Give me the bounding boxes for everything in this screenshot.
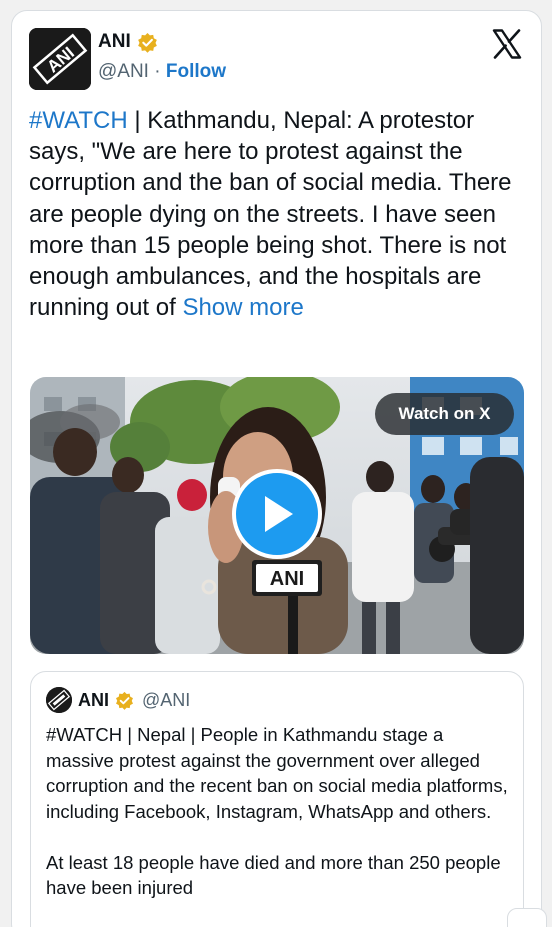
video-thumbnail[interactable]: ANI Watch on X (30, 377, 524, 654)
quoted-tweet-text: #WATCH | Nepal | People in Kathmandu sta… (46, 722, 516, 901)
scroll-chip[interactable] (507, 908, 547, 927)
author-handle-row: @ANI · Follow (98, 61, 226, 83)
verified-badge-icon (116, 691, 133, 710)
follow-button[interactable]: Follow (166, 61, 226, 82)
hashtag-link[interactable]: #WATCH (29, 107, 128, 134)
x-logo-icon[interactable] (492, 29, 522, 59)
svg-text:ANI: ANI (270, 568, 304, 590)
play-button[interactable] (232, 469, 322, 559)
quoted-author-handle[interactable]: @ANI (142, 690, 190, 711)
verified-badge-icon (137, 32, 157, 53)
play-icon (265, 496, 293, 532)
tweet-card: ANI ANI @ANI · Follow #WATCH | Kathmandu… (11, 10, 542, 927)
author-name[interactable]: ANI (98, 31, 131, 53)
quoted-paragraph-1: #WATCH | Nepal | People in Kathmandu sta… (46, 724, 508, 822)
quoted-author-avatar[interactable] (46, 687, 72, 713)
tweet-body: | Kathmandu, Nepal: A protestor says, "W… (29, 107, 512, 322)
quoted-author-name[interactable]: ANI (78, 690, 109, 711)
quoted-paragraph-2: At least 18 people have died and more th… (46, 851, 501, 899)
watch-on-x-button[interactable]: Watch on X (375, 393, 514, 435)
author-avatar[interactable]: ANI (29, 28, 91, 90)
separator: · (154, 61, 161, 82)
quoted-tweet[interactable]: ANI @ANI #WATCH | Nepal | People in Kath… (30, 671, 524, 927)
author-handle[interactable]: @ANI (98, 61, 149, 82)
show-more-link[interactable]: Show more (182, 294, 303, 321)
tweet-text: #WATCH | Kathmandu, Nepal: A protestor s… (29, 105, 529, 323)
